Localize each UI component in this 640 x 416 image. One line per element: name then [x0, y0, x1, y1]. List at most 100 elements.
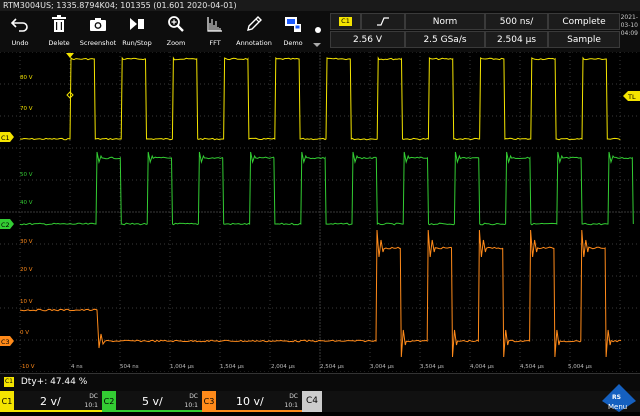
measurement-channel-badge: C1: [4, 376, 14, 387]
trigger-source-cell[interactable]: C1: [330, 13, 361, 30]
zoom-button[interactable]: Zoom: [158, 11, 194, 52]
channel-2-setting[interactable]: C2 5 v/ DC 10:1: [102, 391, 202, 412]
fft-button[interactable]: FFT: [197, 11, 233, 52]
trigger-acquisition-settings: C1 Norm 500 ns/ Complete 2.56 V 2.5 GSa/…: [330, 13, 620, 50]
fft-icon: [207, 17, 222, 32]
channel-bar: C1 2 v/ DC 10:1 C2 5 v/ DC 10:1 C3 10 v/ D…: [0, 391, 640, 412]
time-label-1: 504 ns: [120, 364, 139, 370]
ch2-axis-label-40v: 40 V: [20, 200, 33, 206]
sample-rate[interactable]: 2.5 GSa/s: [405, 31, 485, 48]
channel-1-coupling: DC 10:1: [85, 392, 98, 410]
window-title: RTM3004US; 1335.8794K04; 101355 (01.601 …: [0, 0, 640, 11]
ch2-offset-label: C2: [1, 221, 10, 229]
time-label-2: 1,004 µs: [170, 364, 194, 370]
trigger-level-marker[interactable]: TL: [623, 91, 640, 101]
duty-cycle-measurement[interactable]: Dty+: 47.44 %: [21, 377, 87, 387]
ch2-offset-marker[interactable]: C2: [0, 219, 14, 229]
time-label-7: 3,504 µs: [420, 364, 444, 370]
channel-3-tag: C3: [202, 391, 216, 412]
zoom-label: Zoom: [166, 39, 186, 47]
pen-icon: [247, 16, 262, 31]
fft-label: FFT: [209, 39, 221, 47]
channel-1-probe-ratio: 10:1: [84, 402, 98, 409]
zoom-icon: [168, 16, 184, 32]
ch3-waveform: [19, 229, 622, 358]
acquisition-state[interactable]: Complete: [548, 13, 620, 30]
time: 04:09: [620, 30, 638, 37]
annotation-button[interactable]: Annotation: [236, 11, 272, 52]
date: 2021-03-10: [620, 14, 638, 29]
svg-text:RS: RS: [612, 394, 621, 401]
run-stop-button[interactable]: Run/Stop: [119, 11, 155, 52]
channel-3-setting[interactable]: C3 10 v/ DC 10:1: [202, 391, 302, 412]
trigger-slope-cell[interactable]: [361, 13, 405, 30]
undo-button[interactable]: Undo: [2, 11, 38, 52]
channel-3-coupling-mode: DC: [289, 393, 298, 400]
trigger-level-marker-label: TL: [627, 93, 636, 101]
time-label-9: 4,504 µs: [520, 364, 544, 370]
ch2-waveform: [19, 151, 634, 226]
undo-icon: [11, 18, 28, 32]
demo-button[interactable]: Demo: [275, 11, 311, 52]
ch3-axis-label-0v: 0 V: [20, 330, 29, 336]
demo-label: Demo: [283, 39, 303, 47]
ch3-axis-label-20v: 20 V: [20, 267, 33, 273]
time-label-0: 4 ns: [71, 364, 83, 370]
time-label-10: 5,004 µs: [568, 364, 592, 370]
horizontal-position[interactable]: 2.504 µs: [485, 31, 548, 48]
ch1-axis-label-70v: 70 V: [20, 106, 33, 112]
trigger-position-marker[interactable]: [66, 53, 74, 58]
acquisition-mode[interactable]: Sample: [548, 31, 620, 48]
menu-label: Menu: [608, 403, 628, 411]
run-stop-label: Run/Stop: [122, 39, 152, 47]
ch1-offset-marker[interactable]: C1: [0, 132, 14, 142]
measurement-bar: C1 Dty+: 47.44 %: [0, 373, 640, 391]
delete-label: Delete: [48, 39, 70, 47]
channel-2-coupling-mode: DC: [189, 393, 198, 400]
trigger-level[interactable]: 2.56 V: [330, 31, 405, 48]
ch1-axis-label-80v: 80 V: [20, 75, 33, 81]
ch3-axis-label-10v: 10 V: [20, 299, 33, 305]
channel-3-coupling: DC 10:1: [285, 392, 298, 410]
channel-2-scale: 5 v/: [142, 395, 163, 408]
time-label-5: 2,504 µs: [320, 364, 344, 370]
channel-4-setting[interactable]: C4: [302, 391, 326, 412]
ch3-offset-marker[interactable]: C3: [0, 336, 14, 346]
trash-icon: [52, 15, 66, 32]
channel-1-coupling-mode: DC: [89, 393, 98, 400]
channel-1-setting[interactable]: C1 2 v/ DC 10:1: [0, 391, 102, 412]
channel-4-tag: C4: [302, 391, 322, 412]
date-time: 2021-03-10 04:09: [614, 14, 640, 38]
timebase[interactable]: 500 ns/: [485, 13, 548, 30]
acquire-dot-icon[interactable]: [315, 27, 321, 33]
camera-icon: [90, 18, 106, 31]
waveform-display[interactable]: 80 V 70 V 50 V 40 V 30 V 20 V 10 V 0 V -…: [0, 52, 640, 372]
time-label-4: 2,004 µs: [271, 364, 295, 370]
ch2-trace: [19, 151, 634, 226]
ch3-trace: [19, 229, 622, 358]
time-label-3: 1,504 µs: [220, 364, 244, 370]
expand-toolbar-icon[interactable]: [313, 43, 321, 47]
channel-1-scale: 2 v/: [40, 395, 61, 408]
undo-label: Undo: [11, 39, 29, 47]
screenshot-label: Screenshot: [79, 39, 117, 47]
channel-3-scale: 10 v/: [236, 395, 264, 408]
ch3-offset-label: C3: [1, 338, 10, 346]
time-label-8: 4,004 µs: [470, 364, 494, 370]
run-stop-icon: [130, 18, 144, 30]
channel-2-coupling: DC 10:1: [185, 392, 198, 410]
time-label-6: 3,004 µs: [370, 364, 394, 370]
channel-1-tag: C1: [0, 391, 14, 412]
demo-icon: [285, 17, 301, 32]
ch3-axis-label-minus10v: -10 V: [20, 364, 35, 370]
ch2-axis-label-50v: 50 V: [20, 172, 33, 178]
delete-button[interactable]: Delete: [41, 11, 77, 52]
channel-2-tag: C2: [102, 391, 116, 412]
ch3-axis-label-30v: 30 V: [20, 239, 33, 245]
rising-edge-icon: [377, 17, 389, 26]
screenshot-button[interactable]: Screenshot: [80, 11, 116, 52]
trigger-mode[interactable]: Norm: [405, 13, 485, 30]
ch1-offset-label: C1: [1, 134, 10, 142]
menu-button[interactable]: RS Menu: [598, 384, 640, 412]
channel-3-probe-ratio: 10:1: [284, 402, 298, 409]
